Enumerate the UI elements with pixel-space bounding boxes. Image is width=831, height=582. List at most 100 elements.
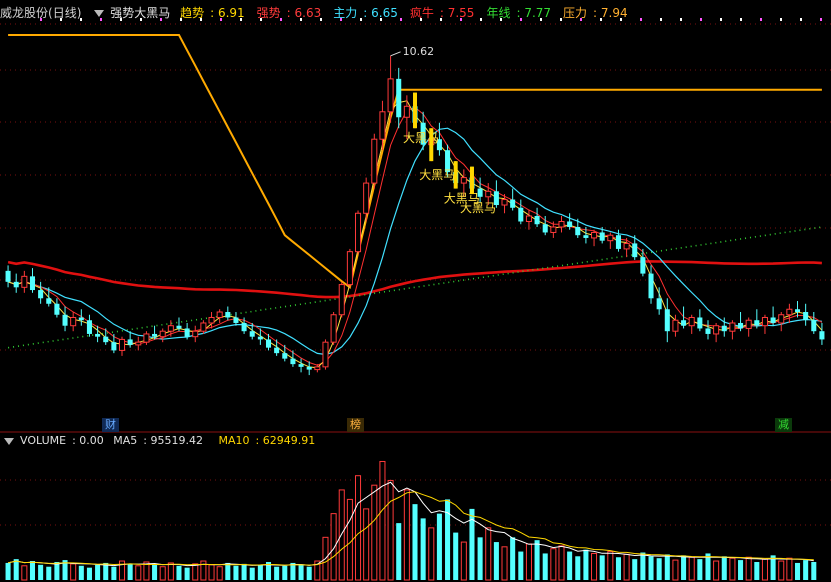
volume-bar-down [738,560,744,580]
volume-bar-up [379,460,386,581]
candle-body-up [118,338,126,351]
signal-bar [453,161,458,189]
volume-bar-up [786,557,793,581]
volume-ma10-line [7,491,814,566]
candle-body-down [599,232,605,241]
volume-bar-up [159,566,166,581]
candle-body-up [159,330,166,338]
candle-body-down [233,317,239,323]
candle-body-down [46,298,52,304]
volume-bar-down [794,562,801,580]
volume-bar-down [176,565,182,580]
candle-body-down [697,317,703,329]
top-tick [680,18,682,21]
candle-body-up [672,319,679,332]
candle-body-up [558,220,565,228]
volume-bar-down [290,562,296,580]
volume-bar-up [330,513,337,581]
candle-body-down [249,331,255,337]
candle-body-up [623,242,630,250]
volume-ma5-line [7,481,814,567]
volume-bar-up [460,541,467,581]
candle-body-up [371,138,378,184]
volume-bar-down [510,537,516,580]
top-tick [780,18,782,21]
marker-billboard[interactable]: 榜 [347,418,364,432]
candle-body-down [274,347,280,354]
volume-bar-down [697,559,703,580]
marker-reduce[interactable]: 减 [775,418,792,432]
candle-body-up [591,231,598,239]
volume-bar-down [445,499,451,580]
indicator-item-label: 年线 [486,6,511,20]
indicator-item: 疯牛: 7.55 [409,6,475,20]
marker-billboard-text: 榜 [350,418,361,431]
indicator-item: 年线: 7.77 [486,6,552,20]
candle-body-up [192,330,199,338]
candle-body-up [21,275,28,288]
volume-bar-up [21,565,28,581]
volume-bar-up [70,563,77,581]
volume-bar-down [46,566,52,580]
volume-dropdown-icon[interactable] [4,437,14,445]
candle-body-down [241,322,247,332]
volume-bar-down [298,564,304,580]
marker-finance[interactable]: 财 [102,418,119,432]
volume-bar-down [754,561,760,580]
volume-bar-down [453,532,459,580]
price-header: 威龙股份(日线) 强势大黑马 趋势: 6.91 强势: 6.63 主力: 6.65 疯… [0,4,646,22]
volume-bar-down [152,564,158,580]
indicator-item-value: 7.77 [524,6,552,20]
candle-body-up [208,316,215,324]
volume-bar-down [632,559,638,580]
high-pointer [390,51,401,57]
price-chart[interactable]: 大黑马大黑马大黑马大黑马10.62 [0,0,831,582]
volume-bar-up [428,527,435,581]
candle-body-up [200,322,207,332]
signal-label: 大黑马 [419,168,455,182]
candle-body-up [501,199,508,206]
indicator-dropdown-icon[interactable] [94,10,105,17]
candle-body-down [54,303,60,315]
marker-finance-text: 财 [105,418,116,431]
volume-bar-down [5,562,11,580]
candle-body-down [127,339,133,345]
volume-bar-down [274,566,280,580]
ma5-value: 95519.42 [150,434,203,447]
top-tick [660,18,662,21]
top-tick [700,18,702,21]
volume-bar-up [208,564,215,581]
candle-body-down [705,328,711,334]
candle-body-down [225,312,231,318]
volume-bar-down [681,555,687,580]
top-tick [820,18,822,21]
candle-body-up [387,78,394,113]
candle-body-down [664,309,670,332]
volume-label: VOLUME: 0.00 [20,434,104,447]
candle-body-up [525,215,532,222]
volume-bar-down [282,565,288,580]
candle-body-down [298,364,304,367]
candle-body-down [86,320,92,334]
candle-body-down [152,333,158,337]
volume-bar-up [761,558,768,581]
candle-body-up [485,190,492,198]
volume-bar-up [501,546,508,581]
volume-bar-up [346,498,353,581]
ma5-readout: MA5: 95519.42 [113,434,203,447]
candle-body-down [518,207,524,222]
volume-label-text: VOLUME [20,434,67,447]
indicator-name[interactable]: 强势大黑马 [110,6,170,20]
indicator-item-label: 主力 [333,6,358,20]
candle-body-down [510,199,516,208]
volume-bar-up [558,545,565,581]
top-tick [740,18,742,21]
candle-body-down [794,309,801,312]
volume-bar-up [403,489,410,581]
candle-body-down [542,224,548,233]
candle-body-up [355,212,362,253]
volume-bar-down [803,560,809,580]
volume-bar-down [54,561,60,580]
indicator-item-value: 7.55 [447,6,475,20]
indicator-item-label: 压力 [563,6,588,20]
